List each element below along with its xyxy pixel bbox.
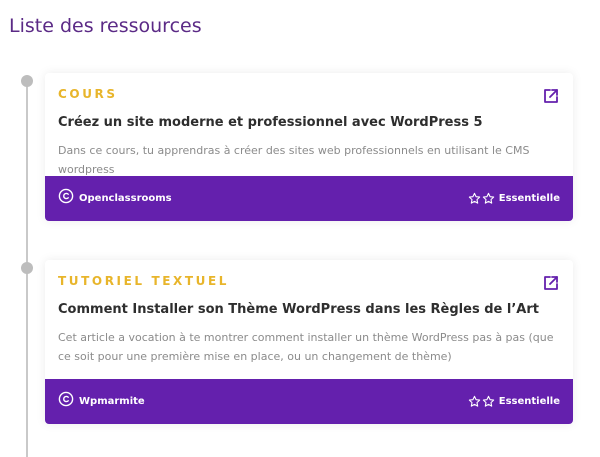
- resource-category: TUTORIEL TEXTUEL: [58, 274, 230, 288]
- resource-level: Essentielle: [468, 395, 560, 408]
- resource-description: Cet article a vocation à te montrer comm…: [58, 331, 554, 363]
- timeline-dot: [21, 75, 33, 87]
- resource-source-label: Openclassrooms: [79, 193, 172, 204]
- resource-level-label: Essentielle: [498, 396, 560, 407]
- timeline-dot: [21, 262, 33, 274]
- level-stars: [468, 192, 495, 205]
- star-outline-icon: [482, 192, 494, 204]
- star-outline-icon: [468, 192, 480, 204]
- resource-title[interactable]: Créez un site moderne et professionnel a…: [58, 115, 560, 130]
- page-title: Liste des ressources: [9, 15, 202, 37]
- resource-level-label: Essentielle: [498, 193, 560, 204]
- external-link-icon[interactable]: [542, 87, 560, 105]
- resource-source: Wpmarmite: [58, 391, 145, 412]
- resource-footer: Wpmarmite Essentielle: [45, 379, 573, 424]
- resource-footer: Openclassrooms Essentielle: [45, 176, 573, 221]
- copyright-icon: [58, 188, 74, 209]
- copyright-icon: [58, 391, 74, 412]
- star-outline-icon: [482, 395, 494, 407]
- resource-title[interactable]: Comment Installer son Thème WordPress da…: [58, 302, 560, 317]
- resource-card: COURS Créez un site moderne et professio…: [45, 73, 573, 221]
- external-link-icon[interactable]: [542, 274, 560, 292]
- resource-category: COURS: [58, 87, 118, 101]
- level-stars: [468, 395, 495, 408]
- resource-card: TUTORIEL TEXTUEL Comment Installer son T…: [45, 260, 573, 424]
- resource-source: Openclassrooms: [58, 188, 172, 209]
- resource-source-label: Wpmarmite: [79, 396, 145, 407]
- resource-description: Dans ce cours, tu apprendras à créer des…: [58, 144, 530, 176]
- resource-level: Essentielle: [468, 192, 560, 205]
- star-outline-icon: [468, 395, 480, 407]
